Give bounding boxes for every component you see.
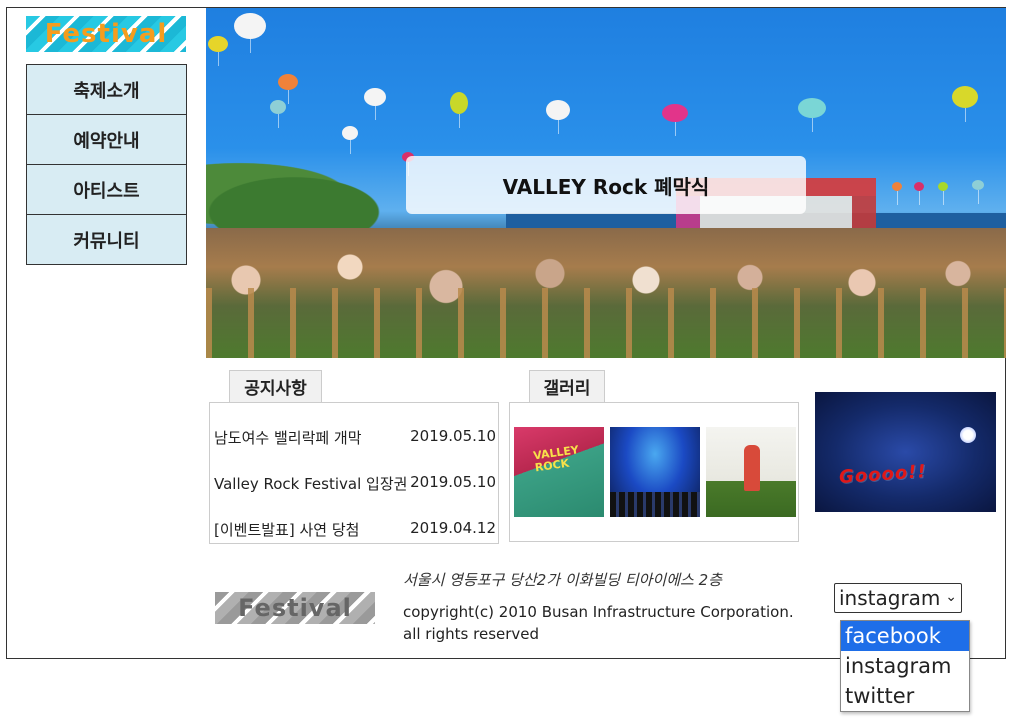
lantern-icon xyxy=(662,104,688,136)
lantern-icon xyxy=(234,13,266,53)
notice-date: 2019.05.10 xyxy=(410,427,496,445)
notice-panel: 남도여수 밸리락페 개막 2019.05.10 Valley Rock Fest… xyxy=(209,402,499,544)
gallery-thumbnail-concert[interactable] xyxy=(610,427,700,517)
notice-title: [이벤트발표] 사연 당첨 xyxy=(214,521,360,539)
sns-option-facebook[interactable]: facebook xyxy=(841,621,969,651)
hero-banner: VALLEY Rock 폐막식 xyxy=(206,8,1006,358)
lantern-icon xyxy=(450,92,468,128)
footer-address: 서울시 영등포구 당산2가 이화빌딩 티아이에스 2층 xyxy=(403,571,722,589)
lantern-icon xyxy=(364,88,386,120)
nav-item-reservation[interactable]: 예약안내 xyxy=(26,114,187,165)
lantern-icon xyxy=(892,182,902,205)
lantern-icon xyxy=(798,98,826,132)
promo-banner[interactable]: Goooo!! xyxy=(815,392,996,512)
hero-title: VALLEY Rock 폐막식 xyxy=(406,156,806,214)
notice-item[interactable]: [이벤트발표] 사연 당첨 2019.04.12 xyxy=(214,519,496,540)
sns-selected-value: instagram xyxy=(839,586,941,610)
nav-item-community[interactable]: 커뮤니티 xyxy=(26,214,187,265)
copyright-line: copyright(c) 2010 Busan Infrastructure C… xyxy=(403,603,794,621)
hero-chairs xyxy=(206,288,1006,358)
footer-copyright: copyright(c) 2010 Busan Infrastructure C… xyxy=(403,601,794,645)
lantern-icon xyxy=(342,126,358,154)
sns-option-instagram[interactable]: instagram xyxy=(841,651,969,681)
notice-title: Valley Rock Festival 입장권 xyxy=(214,475,408,493)
lantern-icon xyxy=(278,74,298,104)
promo-light xyxy=(960,427,976,443)
tab-notice[interactable]: 공지사항 xyxy=(229,370,322,402)
lantern-icon xyxy=(952,86,978,122)
promo-text: Goooo!! xyxy=(838,460,928,489)
sns-option-twitter[interactable]: twitter xyxy=(841,681,969,711)
lantern-icon xyxy=(938,182,948,205)
rights-line: all rights reserved xyxy=(403,625,540,643)
nav-item-artists[interactable]: 아티스트 xyxy=(26,164,187,215)
notice-date: 2019.05.10 xyxy=(410,473,496,491)
lantern-icon xyxy=(208,36,228,66)
gallery-thumbnail-poster[interactable] xyxy=(514,427,604,517)
sns-dropdown-list: facebook instagram twitter xyxy=(840,620,970,712)
lantern-icon xyxy=(546,100,570,134)
lantern-icon xyxy=(270,100,286,128)
chevron-down-icon: ⌄ xyxy=(945,589,957,605)
sns-select[interactable]: instagram ⌄ xyxy=(834,583,962,613)
lantern-icon xyxy=(972,180,984,204)
gallery-thumbnail-performer[interactable] xyxy=(706,427,796,517)
logo-text: Festival xyxy=(44,19,168,49)
notice-item[interactable]: Valley Rock Festival 입장권 2019.05.10 xyxy=(214,473,496,494)
notice-item[interactable]: 남도여수 밸리락페 개막 2019.05.10 xyxy=(214,427,496,448)
main-nav: 축제소개 예약안내 아티스트 커뮤니티 xyxy=(26,64,187,265)
tab-gallery[interactable]: 갤러리 xyxy=(529,370,605,402)
notice-date: 2019.04.12 xyxy=(410,519,496,537)
nav-item-festival-intro[interactable]: 축제소개 xyxy=(26,64,187,115)
footer-logo: Festival xyxy=(215,592,375,624)
festival-logo[interactable]: Festival xyxy=(26,16,186,52)
notice-title: 남도여수 밸리락페 개막 xyxy=(214,429,362,447)
gallery-panel xyxy=(509,402,799,542)
page-frame: Festival 축제소개 예약안내 아티스트 커뮤니티 VALLEY Rock… xyxy=(6,7,1006,659)
footer-logo-text: Festival xyxy=(238,594,352,622)
lantern-icon xyxy=(914,182,924,205)
